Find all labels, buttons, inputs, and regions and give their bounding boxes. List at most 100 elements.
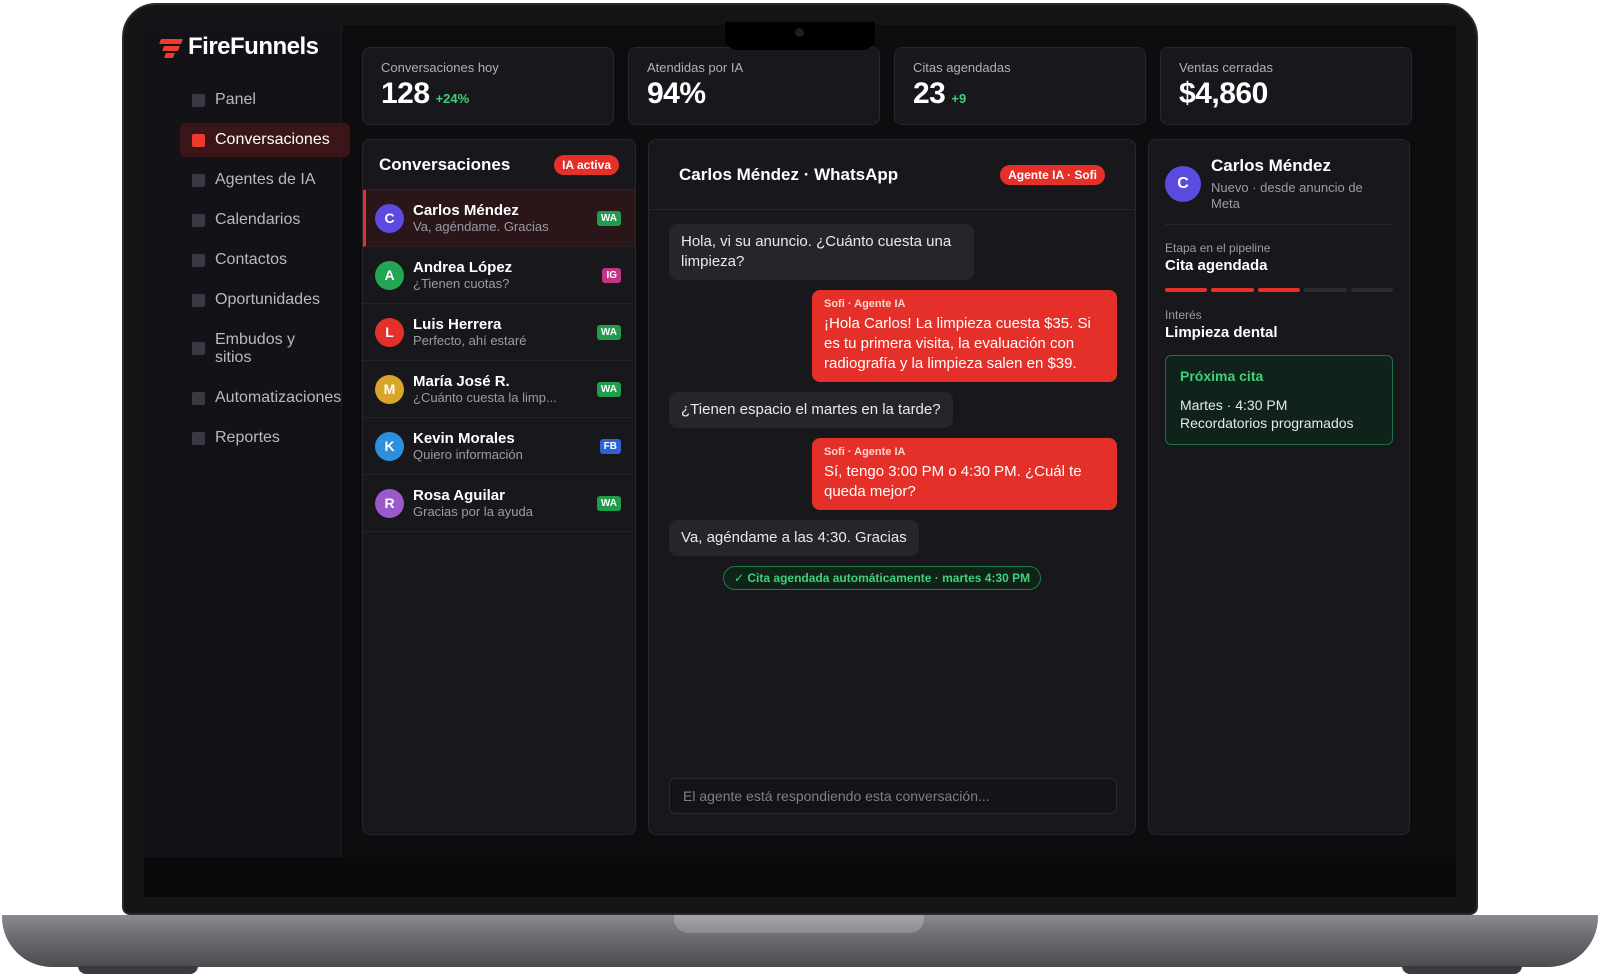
- message-sender: Sofi · Agente IA: [824, 446, 906, 458]
- agent-badge: Agente IA · Sofi: [1000, 164, 1105, 185]
- conversation-name: Rosa Aguilar: [413, 487, 505, 504]
- stat-delta: +9: [951, 91, 967, 106]
- contact-panel: C Carlos Méndez Nuevo · desde anuncio de…: [1148, 139, 1410, 835]
- stat-label: Atendidas por IA: [647, 60, 744, 75]
- laptop-foot: [78, 966, 198, 974]
- pipeline-step: [1304, 288, 1347, 292]
- conversation-item[interactable]: C Carlos Méndez Va, agéndame. Gracias WA: [363, 190, 635, 247]
- stat-card-atendidas: Atendidas por IA 94%: [628, 47, 880, 125]
- sidebar-item-reportes[interactable]: Reportes: [180, 421, 350, 455]
- stat-value: 128: [381, 77, 430, 110]
- sidebar-item-label: Agentes de IA: [215, 171, 316, 188]
- sidebar-item-contactos[interactable]: Contactos: [180, 243, 350, 277]
- pipeline-label: Etapa en el pipeline: [1165, 241, 1271, 255]
- chat-title: Carlos Méndez · WhatsApp: [679, 164, 899, 184]
- conversation-preview: ¿Tienen cuotas?: [413, 276, 510, 291]
- ia-active-badge: IA activa: [554, 154, 619, 175]
- laptop-foot: [1402, 966, 1522, 974]
- sidebar-item-automatizaciones[interactable]: Automatizaciones: [180, 381, 360, 415]
- sidebar-item-oportunidades[interactable]: Oportunidades: [180, 283, 350, 317]
- sidebar-item-embudos[interactable]: Embudos y sitios: [180, 323, 310, 375]
- stat-card-ventas: Ventas cerradas $4,860: [1160, 47, 1412, 125]
- pipeline-progress: [1165, 288, 1394, 292]
- agentes-icon: [192, 174, 205, 187]
- sidebar-item-label: Contactos: [215, 251, 288, 268]
- conversation-text: Kevin Morales Quiero información: [413, 430, 600, 462]
- conversation-name: Luis Herrera: [413, 316, 502, 333]
- channel-badge: WA: [596, 324, 621, 340]
- sidebar-item-label: Panel: [215, 91, 256, 108]
- conversation-name: Carlos Méndez: [413, 202, 519, 219]
- embudos-icon: [192, 342, 205, 355]
- next-appointment-reminders: Recordatorios programados: [1180, 415, 1354, 431]
- chat-panel: Carlos Méndez · WhatsApp Agente IA · Sof…: [648, 139, 1136, 835]
- conversation-item[interactable]: K Kevin Morales Quiero información FB: [363, 418, 635, 475]
- conversation-text: Carlos Méndez Va, agéndame. Gracias: [413, 202, 597, 234]
- message-row: Hola, vi su anuncio. ¿Cuánto cuesta una …: [669, 224, 1119, 290]
- conversations-panel: Conversaciones IA activa C Carlos Méndez V…: [362, 139, 636, 835]
- sidebar-item-agentes[interactable]: Agentes de IA: [180, 163, 350, 197]
- stat-value: 23: [913, 77, 946, 110]
- appointment-confirmation: ✓ Cita agendada automáticamente · martes…: [723, 566, 1042, 590]
- stat-value: 94%: [647, 77, 706, 110]
- channel-badge: WA: [596, 495, 621, 511]
- conversation-item[interactable]: A Andrea López ¿Tienen cuotas? IG: [363, 247, 635, 304]
- agent-message: Sofi · Agente IA Sí, tengo 3:00 PM o 4:30…: [812, 438, 1117, 510]
- laptop-lid: FireFunnels Panel Conversaciones Agentes…: [122, 3, 1478, 915]
- contact-name: Carlos Méndez: [1211, 156, 1331, 175]
- message-row: Sofi · Agente IA ¡Hola Carlos! La limpiez…: [669, 290, 1119, 382]
- sidebar-item-label: Conversaciones: [215, 131, 330, 148]
- logo[interactable]: FireFunnels: [159, 33, 319, 61]
- stat-card-citas: Citas agendadas 23 +9: [894, 47, 1146, 125]
- contact-header: C Carlos Méndez Nuevo · desde anuncio de…: [1165, 156, 1393, 225]
- conversation-text: María José R. ¿Cuánto cuesta la limp...: [413, 373, 597, 405]
- pipeline-value: Cita agendada: [1165, 257, 1268, 274]
- laptop-base: [2, 915, 1598, 967]
- sidebar: FireFunnels Panel Conversaciones Agentes…: [144, 25, 350, 857]
- pipeline-step: [1211, 288, 1254, 292]
- conversation-name: Kevin Morales: [413, 430, 515, 447]
- automatizaciones-icon: [192, 392, 205, 405]
- interest-value: Limpieza dental: [1165, 324, 1278, 341]
- message-sender: Sofi · Agente IA: [824, 298, 906, 310]
- sidebar-item-label: Reportes: [215, 429, 280, 446]
- camera-icon: [795, 28, 804, 37]
- contactos-icon: [192, 254, 205, 267]
- channel-badge: WA: [596, 210, 621, 226]
- calendarios-icon: [192, 214, 205, 227]
- message-row: Va, agéndame a las 4:30. Gracias: [669, 520, 1119, 566]
- conversation-text: Rosa Aguilar Gracias por la ayuda: [413, 487, 597, 519]
- avatar: M: [375, 374, 404, 404]
- sidebar-nav: Panel Conversaciones Agentes de IA Calen…: [180, 83, 350, 461]
- pipeline-step: [1350, 288, 1394, 292]
- panel-icon: [192, 94, 205, 107]
- chat-input[interactable]: El agente está respondiendo esta convers…: [669, 778, 1117, 814]
- sidebar-item-calendarios[interactable]: Calendarios: [180, 203, 350, 237]
- next-appointment-card[interactable]: Próxima cita Martes · 4:30 PM Recordator…: [1165, 355, 1393, 445]
- conversation-item[interactable]: L Luis Herrera Perfecto, ahí estaré WA: [363, 304, 635, 361]
- message-row: ¿Tienen espacio el martes en la tarde?: [669, 392, 1119, 438]
- interest-label: Interés: [1165, 308, 1202, 322]
- incoming-message: Va, agéndame a las 4:30. Gracias: [669, 520, 919, 556]
- stat-value: $4,860: [1179, 77, 1268, 110]
- conversation-list: C Carlos Méndez Va, agéndame. Gracias WA A An…: [363, 190, 635, 532]
- avatar: A: [375, 260, 404, 290]
- conversaciones-icon: [192, 134, 205, 147]
- pipeline-step: [1257, 288, 1301, 292]
- base-notch: [674, 915, 924, 933]
- conversation-item[interactable]: R Rosa Aguilar Gracias por la ayuda WA: [363, 475, 635, 532]
- avatar: K: [375, 431, 404, 461]
- conversation-preview: Perfecto, ahí estaré: [413, 333, 527, 348]
- sidebar-item-label: Automatizaciones: [215, 389, 342, 406]
- sidebar-item-panel[interactable]: Panel: [180, 83, 350, 117]
- conversation-item[interactable]: M María José R. ¿Cuánto cuesta la limp... W…: [363, 361, 635, 418]
- sidebar-item-conversaciones[interactable]: Conversaciones: [180, 123, 350, 157]
- stat-label: Conversaciones hoy: [381, 60, 499, 75]
- sidebar-item-label: Calendarios: [215, 211, 301, 228]
- next-appointment-title: Próxima cita: [1180, 368, 1264, 384]
- agent-message: Sofi · Agente IA ¡Hola Carlos! La limpiez…: [812, 290, 1117, 382]
- message-row: Sofi · Agente IA Sí, tengo 3:00 PM o 4:30…: [669, 438, 1119, 510]
- camera-notch: [725, 22, 875, 50]
- conversations-title: Conversaciones: [379, 154, 511, 174]
- sidebar-item-label: Oportunidades: [215, 291, 320, 308]
